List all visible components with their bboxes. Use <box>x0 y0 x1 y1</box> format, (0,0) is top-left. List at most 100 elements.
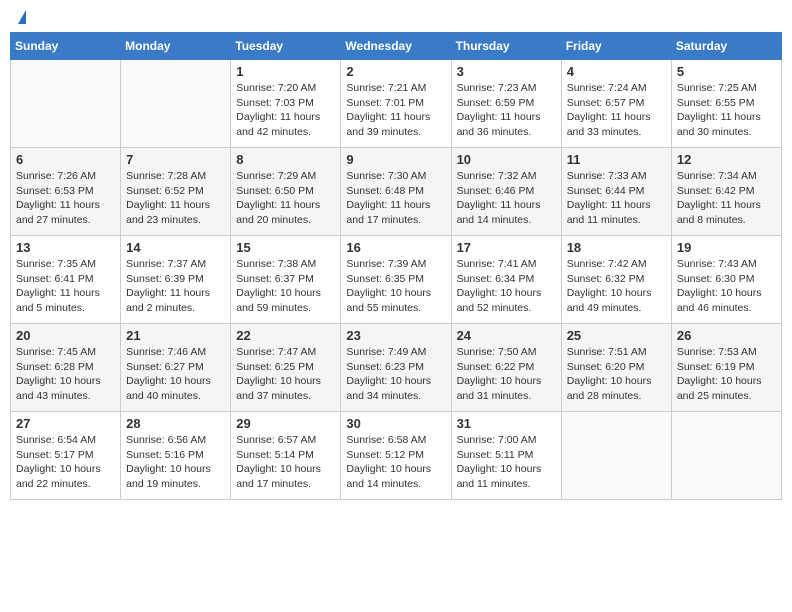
calendar-cell: 24 Sunrise: 7:50 AM Sunset: 6:22 PM Dayli… <box>451 324 561 412</box>
calendar-cell: 31Sunrise: 7:00 AM Sunset: 5:11 PM Dayli… <box>451 412 561 500</box>
day-info: Sunrise: 7:42 AM Sunset: 6:32 PM Dayligh… <box>567 257 666 316</box>
day-number: 5 <box>677 64 776 79</box>
day-number: 21 <box>126 328 225 343</box>
day-number: 13 <box>16 240 115 255</box>
day-number: 18 <box>567 240 666 255</box>
calendar-cell: 6Sunrise: 7:26 AM Sunset: 6:53 PM Daylig… <box>11 148 121 236</box>
day-number: 19 <box>677 240 776 255</box>
day-info: Sunrise: 7:29 AM Sunset: 6:50 PM Dayligh… <box>236 169 335 228</box>
day-info: Sunrise: 7:37 AM Sunset: 6:39 PM Dayligh… <box>126 257 225 316</box>
day-number: 23 <box>346 328 445 343</box>
weekday-header-thursday: Thursday <box>451 33 561 60</box>
calendar-cell: 20Sunrise: 7:45 AM Sunset: 6:28 PM Dayli… <box>11 324 121 412</box>
calendar-cell: 25 Sunrise: 7:51 AM Sunset: 6:20 PM Dayli… <box>561 324 671 412</box>
calendar-cell: 7 Sunrise: 7:28 AM Sunset: 6:52 PM Daylig… <box>121 148 231 236</box>
calendar-cell <box>121 60 231 148</box>
day-info: Sunrise: 7:50 AM Sunset: 6:22 PM Dayligh… <box>457 345 556 404</box>
logo <box>14 10 26 24</box>
calendar-cell: 10 Sunrise: 7:32 AM Sunset: 6:46 PM Dayli… <box>451 148 561 236</box>
weekday-header-row: SundayMondayTuesdayWednesdayThursdayFrid… <box>11 33 782 60</box>
calendar-cell: 4Sunrise: 7:24 AM Sunset: 6:57 PM Daylig… <box>561 60 671 148</box>
day-number: 16 <box>346 240 445 255</box>
logo-blue-text <box>14 10 26 24</box>
day-number: 14 <box>126 240 225 255</box>
day-number: 31 <box>457 416 556 431</box>
day-number: 11 <box>567 152 666 167</box>
day-number: 1 <box>236 64 335 79</box>
day-info: Sunrise: 7:39 AM Sunset: 6:35 PM Dayligh… <box>346 257 445 316</box>
calendar-header: SundayMondayTuesdayWednesdayThursdayFrid… <box>11 33 782 60</box>
day-info: Sunrise: 7:33 AM Sunset: 6:44 PM Dayligh… <box>567 169 666 228</box>
day-info: Sunrise: 7:34 AM Sunset: 6:42 PM Dayligh… <box>677 169 776 228</box>
calendar-week-4: 20Sunrise: 7:45 AM Sunset: 6:28 PM Dayli… <box>11 324 782 412</box>
calendar-cell: 15Sunrise: 7:38 AM Sunset: 6:37 PM Dayli… <box>231 236 341 324</box>
calendar-cell: 17 Sunrise: 7:41 AM Sunset: 6:34 PM Dayli… <box>451 236 561 324</box>
day-info: Sunrise: 7:51 AM Sunset: 6:20 PM Dayligh… <box>567 345 666 404</box>
day-info: Sunrise: 7:35 AM Sunset: 6:41 PM Dayligh… <box>16 257 115 316</box>
calendar-cell: 12 Sunrise: 7:34 AM Sunset: 6:42 PM Dayli… <box>671 148 781 236</box>
day-info: Sunrise: 7:21 AM Sunset: 7:01 PM Dayligh… <box>346 81 445 140</box>
day-number: 22 <box>236 328 335 343</box>
day-info: Sunrise: 7:20 AM Sunset: 7:03 PM Dayligh… <box>236 81 335 140</box>
day-info: Sunrise: 6:57 AM Sunset: 5:14 PM Dayligh… <box>236 433 335 492</box>
day-number: 12 <box>677 152 776 167</box>
calendar-cell: 27Sunrise: 6:54 AM Sunset: 5:17 PM Dayli… <box>11 412 121 500</box>
day-info: Sunrise: 7:32 AM Sunset: 6:46 PM Dayligh… <box>457 169 556 228</box>
day-info: Sunrise: 6:58 AM Sunset: 5:12 PM Dayligh… <box>346 433 445 492</box>
calendar-cell: 28 Sunrise: 6:56 AM Sunset: 5:16 PM Dayli… <box>121 412 231 500</box>
calendar-body: 1 Sunrise: 7:20 AM Sunset: 7:03 PM Daylig… <box>11 60 782 500</box>
calendar-cell: 5 Sunrise: 7:25 AM Sunset: 6:55 PM Daylig… <box>671 60 781 148</box>
calendar-cell: 22Sunrise: 7:47 AM Sunset: 6:25 PM Dayli… <box>231 324 341 412</box>
day-info: Sunrise: 7:45 AM Sunset: 6:28 PM Dayligh… <box>16 345 115 404</box>
calendar-cell: 29 Sunrise: 6:57 AM Sunset: 5:14 PM Dayli… <box>231 412 341 500</box>
weekday-header-wednesday: Wednesday <box>341 33 451 60</box>
calendar-cell: 8 Sunrise: 7:29 AM Sunset: 6:50 PM Daylig… <box>231 148 341 236</box>
logo-triangle-icon <box>18 10 26 24</box>
calendar-cell: 23 Sunrise: 7:49 AM Sunset: 6:23 PM Dayli… <box>341 324 451 412</box>
day-info: Sunrise: 7:41 AM Sunset: 6:34 PM Dayligh… <box>457 257 556 316</box>
day-info: Sunrise: 6:54 AM Sunset: 5:17 PM Dayligh… <box>16 433 115 492</box>
calendar-cell: 11 Sunrise: 7:33 AM Sunset: 6:44 PM Dayli… <box>561 148 671 236</box>
calendar-week-2: 6Sunrise: 7:26 AM Sunset: 6:53 PM Daylig… <box>11 148 782 236</box>
day-number: 25 <box>567 328 666 343</box>
day-number: 30 <box>346 416 445 431</box>
day-number: 28 <box>126 416 225 431</box>
day-info: Sunrise: 7:46 AM Sunset: 6:27 PM Dayligh… <box>126 345 225 404</box>
calendar-cell: 26Sunrise: 7:53 AM Sunset: 6:19 PM Dayli… <box>671 324 781 412</box>
day-info: Sunrise: 7:30 AM Sunset: 6:48 PM Dayligh… <box>346 169 445 228</box>
calendar-cell: 2 Sunrise: 7:21 AM Sunset: 7:01 PM Daylig… <box>341 60 451 148</box>
day-info: Sunrise: 7:49 AM Sunset: 6:23 PM Dayligh… <box>346 345 445 404</box>
weekday-header-tuesday: Tuesday <box>231 33 341 60</box>
calendar-week-1: 1 Sunrise: 7:20 AM Sunset: 7:03 PM Daylig… <box>11 60 782 148</box>
day-number: 26 <box>677 328 776 343</box>
calendar-cell: 19 Sunrise: 7:43 AM Sunset: 6:30 PM Dayli… <box>671 236 781 324</box>
calendar-table: SundayMondayTuesdayWednesdayThursdayFrid… <box>10 32 782 500</box>
calendar-cell: 3Sunrise: 7:23 AM Sunset: 6:59 PM Daylig… <box>451 60 561 148</box>
day-number: 9 <box>346 152 445 167</box>
calendar-cell: 1 Sunrise: 7:20 AM Sunset: 7:03 PM Daylig… <box>231 60 341 148</box>
calendar-cell <box>671 412 781 500</box>
day-info: Sunrise: 7:23 AM Sunset: 6:59 PM Dayligh… <box>457 81 556 140</box>
day-number: 10 <box>457 152 556 167</box>
calendar-week-3: 13 Sunrise: 7:35 AM Sunset: 6:41 PM Dayli… <box>11 236 782 324</box>
calendar-cell <box>561 412 671 500</box>
calendar-cell: 14 Sunrise: 7:37 AM Sunset: 6:39 PM Dayli… <box>121 236 231 324</box>
weekday-header-sunday: Sunday <box>11 33 121 60</box>
calendar-cell: 30 Sunrise: 6:58 AM Sunset: 5:12 PM Dayli… <box>341 412 451 500</box>
day-info: Sunrise: 7:28 AM Sunset: 6:52 PM Dayligh… <box>126 169 225 228</box>
day-number: 24 <box>457 328 556 343</box>
day-number: 29 <box>236 416 335 431</box>
day-info: Sunrise: 7:43 AM Sunset: 6:30 PM Dayligh… <box>677 257 776 316</box>
day-number: 2 <box>346 64 445 79</box>
day-number: 8 <box>236 152 335 167</box>
day-info: Sunrise: 6:56 AM Sunset: 5:16 PM Dayligh… <box>126 433 225 492</box>
day-number: 7 <box>126 152 225 167</box>
page-header <box>10 10 782 24</box>
day-info: Sunrise: 7:25 AM Sunset: 6:55 PM Dayligh… <box>677 81 776 140</box>
calendar-cell: 13 Sunrise: 7:35 AM Sunset: 6:41 PM Dayli… <box>11 236 121 324</box>
day-info: Sunrise: 7:26 AM Sunset: 6:53 PM Dayligh… <box>16 169 115 228</box>
calendar-cell <box>11 60 121 148</box>
day-number: 17 <box>457 240 556 255</box>
weekday-header-monday: Monday <box>121 33 231 60</box>
weekday-header-saturday: Saturday <box>671 33 781 60</box>
